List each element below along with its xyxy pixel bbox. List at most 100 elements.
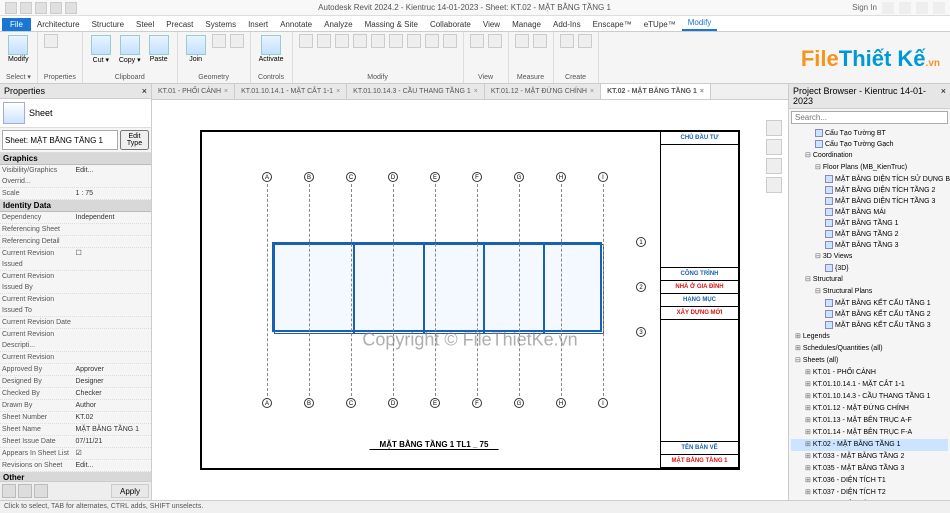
tree-node[interactable]: ⊞Schedules/Quantities (all) xyxy=(791,343,948,355)
ribbon-tab-enscape[interactable]: Enscape™ xyxy=(587,18,638,31)
property-row[interactable]: Referencing Sheet xyxy=(0,224,151,236)
tree-node[interactable]: ⊟Structural Plans xyxy=(791,286,948,298)
close-panel-icon[interactable]: × xyxy=(142,86,147,96)
property-row[interactable]: Visibility/Graphics Overrid...Edit... xyxy=(0,165,151,188)
property-row[interactable]: Current Revision Descripti... xyxy=(0,329,151,352)
expand-icon[interactable]: ⊟ xyxy=(815,288,821,296)
qat-icon[interactable] xyxy=(5,2,17,14)
property-row[interactable]: Referencing Detail xyxy=(0,236,151,248)
nav-zoom-icon[interactable] xyxy=(766,177,782,193)
tree-node[interactable]: ⊞KT.033 - MẶT BẰNG TẦNG 2 xyxy=(791,451,948,463)
tree-node[interactable]: ⊞KT.02 - MẶT BẰNG TẦNG 1 xyxy=(791,439,948,451)
prop-value[interactable]: 1 : 75 xyxy=(76,188,150,199)
expand-icon[interactable]: ⊞ xyxy=(805,417,811,425)
property-row[interactable]: Appears In Sheet List☑ xyxy=(0,448,151,460)
tree-node[interactable]: MẶT BẰNG MÁI xyxy=(791,207,948,218)
expand-icon[interactable]: ⊞ xyxy=(805,489,811,497)
property-row[interactable]: Approved ByApprover xyxy=(0,364,151,376)
prop-value[interactable]: Approver xyxy=(76,364,150,375)
prop-value[interactable] xyxy=(76,236,150,247)
ribbon-tab-systems[interactable]: Systems xyxy=(199,18,242,31)
tree-node[interactable]: Cấu Tạo Tường Gạch xyxy=(791,139,948,150)
tree-node[interactable]: ⊟Structural xyxy=(791,274,948,286)
prop-value[interactable] xyxy=(76,271,150,293)
footer-icon[interactable] xyxy=(18,484,32,498)
expand-icon[interactable]: ⊞ xyxy=(795,333,801,341)
ribbon-button[interactable]: Modify xyxy=(6,34,31,64)
expand-icon[interactable]: ⊞ xyxy=(805,369,811,377)
ribbon-button[interactable]: Cut ▾ xyxy=(89,34,113,65)
ribbon-tab-structure[interactable]: Structure xyxy=(86,18,130,31)
canvas[interactable]: MẶT BẰNG TẦNG 1 TL1 _ 75 AABBCCDDEEFFGGH… xyxy=(152,100,788,500)
close-panel-icon[interactable]: × xyxy=(941,86,946,106)
ribbon-button[interactable] xyxy=(299,34,313,48)
tree-node[interactable]: ⊞Legends xyxy=(791,331,948,343)
expand-icon[interactable]: ⊞ xyxy=(805,453,811,461)
ribbon-tab-steel[interactable]: Steel xyxy=(130,18,160,31)
property-row[interactable]: Designed ByDesigner xyxy=(0,376,151,388)
property-row[interactable]: Sheet Issue Date07/11/21 xyxy=(0,436,151,448)
doc-tab[interactable]: KT.01.10.14.3 - CẦU THANG TẦNG 1× xyxy=(347,84,485,99)
ribbon-button[interactable] xyxy=(443,34,457,48)
ribbon-tab-precast[interactable]: Precast xyxy=(160,18,199,31)
ribbon-button[interactable] xyxy=(515,34,529,48)
tree-node[interactable]: ⊞KT.035 - MẶT BẰNG TẦNG 3 xyxy=(791,463,948,475)
ribbon-button[interactable] xyxy=(407,34,421,48)
expand-icon[interactable]: ⊟ xyxy=(815,164,821,172)
close-tab-icon[interactable]: × xyxy=(336,88,340,95)
tree-node[interactable]: ⊞KT.038 - DIỆN TÍCH T3 xyxy=(791,499,948,500)
ribbon-button[interactable] xyxy=(335,34,349,48)
prop-value[interactable]: ☑ xyxy=(76,448,150,459)
property-row[interactable]: Checked ByChecker xyxy=(0,388,151,400)
tree-node[interactable]: ⊟Coordination xyxy=(791,150,948,162)
tree-node[interactable]: ⊞KT.01.12 - MẶT ĐỨNG CHÍNH xyxy=(791,403,948,415)
ribbon-button[interactable]: Activate xyxy=(257,34,286,64)
prop-value[interactable]: ☐ xyxy=(76,248,150,270)
prop-section-header[interactable]: Graphics xyxy=(0,153,151,165)
prop-value[interactable]: KT.02 xyxy=(76,412,150,423)
prop-value[interactable]: 07/11/21 xyxy=(76,436,150,447)
tree-node[interactable]: MẶT BẰNG DIỆN TÍCH TẦNG 3 xyxy=(791,196,948,207)
expand-icon[interactable]: ⊞ xyxy=(795,345,801,353)
instance-dropdown[interactable] xyxy=(2,130,118,150)
prop-value[interactable] xyxy=(76,294,150,316)
expand-icon[interactable]: ⊞ xyxy=(805,441,811,449)
ribbon-button[interactable] xyxy=(425,34,439,48)
tree-node[interactable]: ⊞KT.01.10.14.1 - MẶT CẮT 1-1 xyxy=(791,379,948,391)
prop-value[interactable]: Author xyxy=(76,400,150,411)
ribbon-button[interactable] xyxy=(212,34,226,48)
ribbon-tab-file[interactable]: File xyxy=(2,18,31,31)
ribbon-tab-analyze[interactable]: Analyze xyxy=(318,18,358,31)
signin-link[interactable]: Sign In xyxy=(852,3,877,12)
ribbon-tab-architecture[interactable]: Architecture xyxy=(31,18,86,31)
footer-icon[interactable] xyxy=(2,484,16,498)
prop-value[interactable] xyxy=(76,317,150,328)
property-row[interactable]: Sheet NameMẶT BẰNG TẦNG 1 xyxy=(0,424,151,436)
expand-icon[interactable]: ⊟ xyxy=(805,276,811,284)
nav-wheel-icon[interactable] xyxy=(766,158,782,174)
close-tab-icon[interactable]: × xyxy=(474,88,478,95)
tree-node[interactable]: MẶT BẰNG KẾT CẤU TẦNG 2 xyxy=(791,309,948,320)
ribbon-tab-modify[interactable]: Modify xyxy=(682,16,718,31)
qat-icon[interactable] xyxy=(65,2,77,14)
tree-node[interactable]: MẶT BẰNG KẾT CẤU TẦNG 3 xyxy=(791,320,948,331)
qat-icon[interactable] xyxy=(50,2,62,14)
type-selector[interactable]: Sheet xyxy=(0,99,151,128)
tree-node[interactable]: Cấu Tạo Tường BT xyxy=(791,128,948,139)
tree-node[interactable]: MẶT BẰNG TẦNG 3 xyxy=(791,240,948,251)
tree-node[interactable]: ⊟3D Views xyxy=(791,251,948,263)
expand-icon[interactable]: ⊟ xyxy=(815,253,821,261)
doc-tab[interactable]: KT.01.12 - MẶT ĐỨNG CHÍNH× xyxy=(485,84,601,99)
footer-icon[interactable] xyxy=(34,484,48,498)
ribbon-button[interactable] xyxy=(44,34,58,48)
ribbon-tab-view[interactable]: View xyxy=(477,18,506,31)
tree-node[interactable]: {3D} xyxy=(791,263,948,274)
browser-tree[interactable]: Cấu Tạo Tường BTCấu Tạo Tường Gạch⊟Coord… xyxy=(789,126,950,500)
ribbon-tab-massingsite[interactable]: Massing & Site xyxy=(359,18,424,31)
property-row[interactable]: Current Revision Date xyxy=(0,317,151,329)
doc-tab[interactable]: KT.01.10.14.1 - MẶT CẮT 1-1× xyxy=(235,84,347,99)
prop-section-header[interactable]: Identity Data xyxy=(0,200,151,212)
close-tab-icon[interactable]: × xyxy=(700,88,704,95)
tree-node[interactable]: ⊞KT.01.14 - MẶT BÊN TRỤC F-A xyxy=(791,427,948,439)
property-row[interactable]: Drawn ByAuthor xyxy=(0,400,151,412)
